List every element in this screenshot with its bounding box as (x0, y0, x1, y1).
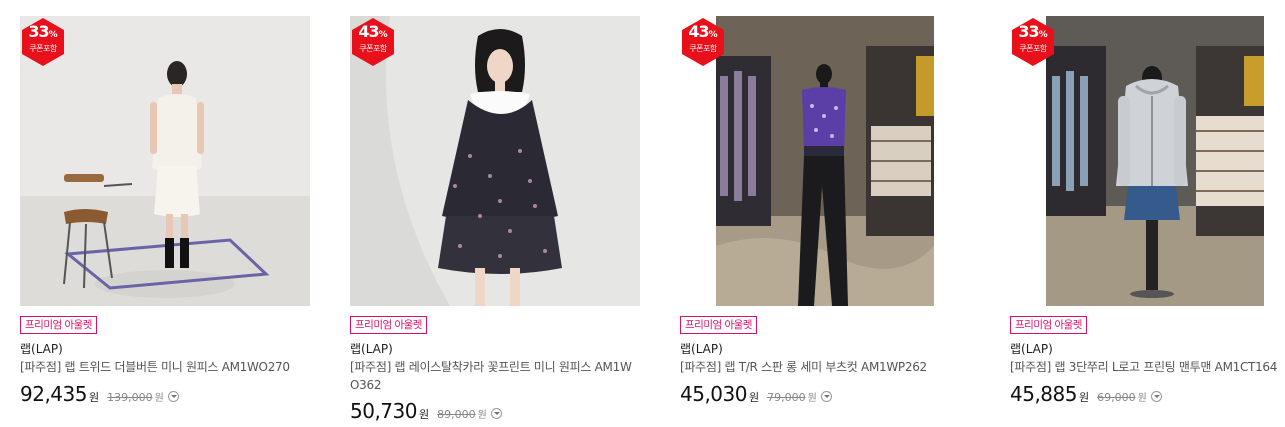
discount-percent: 33% (28, 22, 58, 41)
outlet-tag: 프리미엄 아울렛 (350, 316, 427, 334)
product-title[interactable]: [파주점] 랩 레이스탈착카라 꽃프린트 미니 원피스 AM1WO362 (350, 358, 640, 394)
currency: 원 (88, 391, 100, 404)
discount-badge: 33% 쿠폰포함 (1010, 17, 1056, 67)
discount-percent: 43% (688, 22, 718, 41)
discount-badge: 33% 쿠폰포함 (20, 17, 66, 67)
product-image[interactable]: 33% 쿠폰포함 (1010, 16, 1285, 306)
discount-badge: 43% 쿠폰포함 (680, 17, 726, 67)
brand-name[interactable]: 랩(LAP) (1010, 340, 1053, 357)
discount-badge: 43% 쿠폰포함 (350, 17, 396, 67)
original-price: 69,000 (1097, 391, 1136, 404)
product-title[interactable]: [파주점] 랩 트위드 더블버튼 미니 원피스 AM1WO270 (20, 358, 310, 376)
price-row: 92,435 원 139,000 원 (20, 382, 179, 406)
brand-name[interactable]: 랩(LAP) (680, 340, 723, 357)
original-currency: 원 (1137, 393, 1147, 404)
currency: 원 (418, 408, 430, 421)
currency: 원 (748, 391, 760, 404)
chevron-circle-icon[interactable] (820, 391, 832, 402)
outlet-tag: 프리미엄 아울렛 (20, 316, 97, 334)
price-row: 45,885 원 69,000 원 (1010, 382, 1162, 406)
sale-price: 50,730 (350, 399, 417, 423)
original-currency: 원 (477, 410, 487, 421)
original-price: 139,000 (107, 391, 153, 404)
coupon-label: 쿠폰포함 (29, 44, 57, 53)
product-card-4[interactable]: 33% 쿠폰포함 프리미엄 아울렛 랩(LAP) [파주점] 랩 3단쭈리 L로… (1010, 16, 1285, 406)
original-price: 89,000 (437, 408, 476, 421)
brand-name[interactable]: 랩(LAP) (20, 340, 63, 357)
sale-price: 45,885 (1010, 382, 1077, 406)
original-currency: 원 (154, 393, 164, 404)
price-row: 45,030 원 79,000 원 (680, 382, 832, 406)
discount-percent: 43% (358, 22, 388, 41)
chevron-circle-icon[interactable] (490, 408, 502, 419)
chevron-circle-icon[interactable] (1150, 391, 1162, 402)
discount-percent: 33% (1018, 22, 1048, 41)
coupon-label: 쿠폰포함 (689, 44, 717, 53)
original-price: 79,000 (767, 391, 806, 404)
chevron-circle-icon[interactable] (167, 391, 179, 402)
brand-name[interactable]: 랩(LAP) (350, 340, 393, 357)
product-card-3[interactable]: 43% 쿠폰포함 프리미엄 아울렛 랩(LAP) [파주점] 랩 T/R 스판 … (680, 16, 970, 406)
outlet-tag: 프리미엄 아울렛 (1010, 316, 1087, 334)
product-title[interactable]: [파주점] 랩 T/R 스판 롱 세미 부츠컷 AM1WP262 (680, 358, 970, 376)
coupon-label: 쿠폰포함 (1019, 44, 1047, 53)
sale-price: 45,030 (680, 382, 747, 406)
product-image[interactable]: 43% 쿠폰포함 (350, 16, 640, 306)
product-image[interactable]: 43% 쿠폰포함 (680, 16, 970, 306)
coupon-label: 쿠폰포함 (359, 44, 387, 53)
outlet-tag: 프리미엄 아울렛 (680, 316, 757, 334)
price-row: 50,730 원 89,000 원 (350, 399, 502, 423)
sale-price: 92,435 (20, 382, 87, 406)
product-title[interactable]: [파주점] 랩 3단쭈리 L로고 프린팅 맨투맨 AM1CT164 (1010, 358, 1285, 376)
product-card-2[interactable]: 43% 쿠폰포함 프리미엄 아울렛 랩(LAP) [파주점] 랩 레이스탈착카라… (350, 16, 640, 423)
currency: 원 (1078, 391, 1090, 404)
product-image[interactable]: 33% 쿠폰포함 (20, 16, 310, 306)
original-currency: 원 (807, 393, 817, 404)
product-card-1[interactable]: 33% 쿠폰포함 프리미엄 아울렛 랩(LAP) [파주점] 랩 트위드 더블버… (20, 16, 310, 406)
